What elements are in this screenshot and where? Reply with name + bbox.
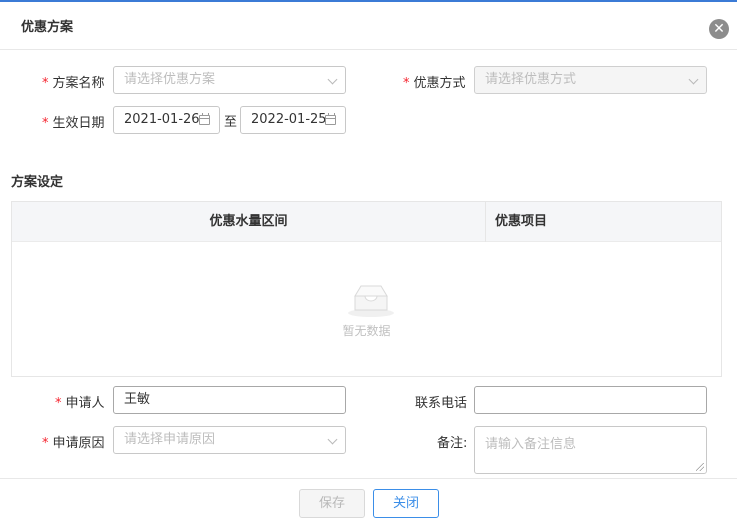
effective-date-label-text: 生效日期 bbox=[52, 116, 105, 131]
discount-mode-label: * 优惠方式 bbox=[403, 72, 466, 91]
resize-handle[interactable] bbox=[696, 463, 704, 471]
scheme-settings-table: 优惠水量区间 优惠项目 暂无数据 bbox=[11, 201, 722, 377]
remark-textarea[interactable]: 请输入备注信息 bbox=[474, 426, 707, 474]
remark-placeholder: 请输入备注信息 bbox=[485, 437, 577, 452]
date-separator: 至 bbox=[224, 115, 238, 130]
scheme-name-label-text: 方案名称 bbox=[52, 76, 105, 91]
scheme-name-placeholder: 请选择优惠方案 bbox=[124, 72, 216, 87]
required-mark: * bbox=[42, 116, 49, 131]
column-header-water-range: 优惠水量区间 bbox=[209, 214, 288, 229]
section-title: 方案设定 bbox=[11, 175, 64, 190]
chevron-down-icon bbox=[327, 434, 338, 445]
chevron-down-icon bbox=[327, 74, 338, 85]
applicant-input[interactable]: 王敏 bbox=[113, 386, 346, 414]
phone-input[interactable] bbox=[474, 386, 707, 414]
required-mark: * bbox=[42, 76, 49, 91]
start-date-picker[interactable]: 2021-01-26 bbox=[113, 106, 220, 134]
end-date-value: 2022-01-25 bbox=[251, 112, 327, 127]
chevron-down-icon bbox=[688, 74, 699, 85]
calendar-icon bbox=[199, 113, 210, 125]
effective-date-label: * 生效日期 bbox=[42, 112, 105, 131]
discount-mode-select[interactable]: 请选择优惠方式 bbox=[474, 66, 707, 94]
applicant-label: * 申请人 bbox=[55, 392, 105, 411]
close-button[interactable]: 关闭 bbox=[373, 489, 439, 518]
empty-text: 暂无数据 bbox=[342, 324, 391, 338]
phone-label: 联系电话 bbox=[415, 396, 468, 411]
reason-label: * 申请原因 bbox=[42, 432, 105, 451]
start-date-value: 2021-01-26 bbox=[124, 112, 200, 127]
save-button[interactable]: 保存 bbox=[299, 489, 365, 518]
discount-mode-placeholder: 请选择优惠方式 bbox=[485, 72, 577, 87]
remark-label: 备注: bbox=[437, 436, 468, 451]
applicant-value: 王敏 bbox=[124, 392, 151, 407]
reason-label-text: 申请原因 bbox=[52, 436, 105, 451]
column-header-discount-item: 优惠项目 bbox=[495, 214, 548, 229]
reason-placeholder: 请选择申请原因 bbox=[124, 432, 216, 447]
applicant-label-text: 申请人 bbox=[65, 396, 105, 411]
required-mark: * bbox=[42, 436, 49, 451]
discount-mode-label-text: 优惠方式 bbox=[413, 76, 466, 91]
calendar-icon bbox=[325, 113, 336, 125]
close-icon[interactable]: ✕ bbox=[709, 19, 729, 39]
end-date-picker[interactable]: 2022-01-25 bbox=[240, 106, 346, 134]
required-mark: * bbox=[55, 396, 62, 411]
required-mark: * bbox=[403, 76, 410, 91]
dialog-header: 优惠方案 ✕ bbox=[0, 2, 737, 50]
column-divider bbox=[485, 202, 486, 242]
dialog-title: 优惠方案 bbox=[21, 20, 74, 35]
empty-box-icon bbox=[348, 285, 394, 317]
table-header: 优惠水量区间 优惠项目 bbox=[12, 202, 721, 242]
discount-scheme-dialog: 优惠方案 ✕ * 方案名称 请选择优惠方案 * 优惠方式 请选择优惠方式 * 生效日期… bbox=[0, 0, 737, 525]
scheme-name-label: * 方案名称 bbox=[42, 72, 105, 91]
reason-select[interactable]: 请选择申请原因 bbox=[113, 426, 346, 454]
dialog-footer: 保存 关闭 bbox=[0, 478, 737, 525]
scheme-name-select[interactable]: 请选择优惠方案 bbox=[113, 66, 346, 94]
